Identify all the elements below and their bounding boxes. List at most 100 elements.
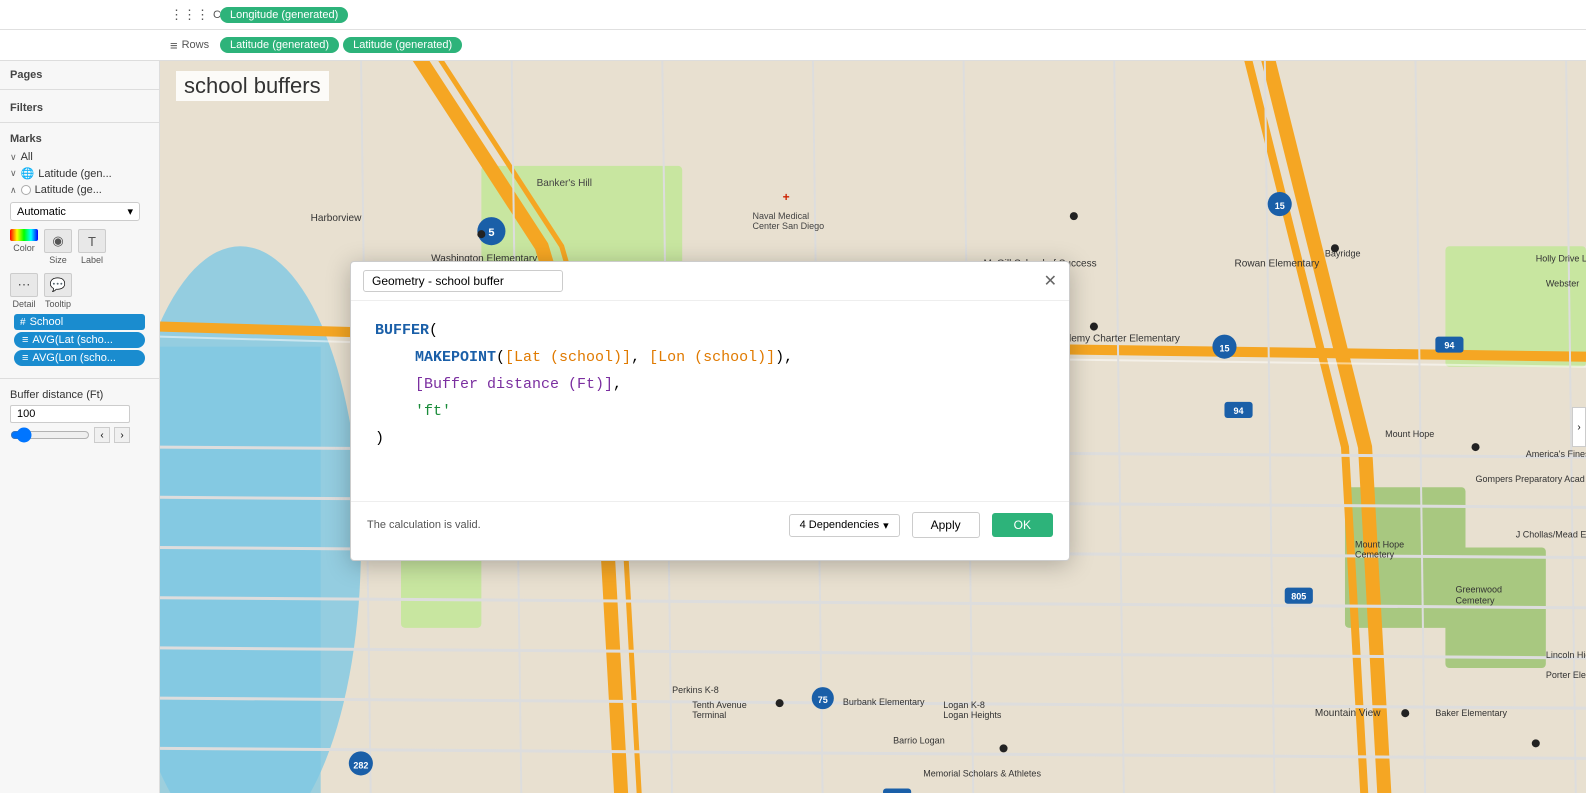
dialog-body: BUFFER( MAKEPOINT([Lat (school)], [Lon (… [351, 301, 1069, 501]
apply-button[interactable]: Apply [912, 512, 980, 538]
code-line-4: 'ft' [375, 398, 1045, 425]
rows-label: ≡ Rows [170, 38, 220, 53]
svg-text:Barrio Logan: Barrio Logan [893, 735, 945, 745]
pages-section-label: Pages [0, 61, 159, 85]
svg-text:Mountain View: Mountain View [1315, 708, 1381, 719]
tooltip-button[interactable]: 💬 Tooltip [44, 273, 72, 309]
lat-field-ref: [Lat (school)] [505, 349, 631, 366]
buffer-input[interactable] [10, 405, 130, 423]
columns-icon: ⋮⋮⋮ [170, 7, 209, 23]
buffer-title: Buffer distance (Ft) [10, 389, 149, 401]
lat-ge-row[interactable]: ∧ Latitude (ge... [10, 182, 149, 198]
main-layout: Pages Filters Marks ∨ All ∨ 🌐 Latitude (… [0, 61, 1586, 793]
svg-text:Gompers Preparatory Acad: Gompers Preparatory Acad [1476, 474, 1585, 484]
rows-shelf: ≡ Rows Latitude (generated) Latitude (ge… [0, 30, 1586, 60]
svg-text:Naval Medical: Naval Medical [752, 211, 809, 221]
lat-gen-arrow: ∨ [10, 168, 17, 179]
lat-gen-label: Latitude (gen... [38, 168, 111, 180]
paren-close: ) [375, 430, 384, 447]
size-label: Size [49, 255, 67, 265]
code-line-2: MAKEPOINT([Lat (school)], [Lon (school)]… [375, 344, 1045, 371]
svg-text:Burbank Elementary: Burbank Elementary [843, 697, 925, 707]
expand-panel-button[interactable]: › [1572, 407, 1586, 447]
svg-text:Porter Elementary: Porter Elementary [1546, 670, 1586, 680]
school-field[interactable]: # School [14, 314, 145, 330]
svg-text:Perkins K-8: Perkins K-8 [672, 685, 719, 695]
svg-text:Terminal: Terminal [692, 710, 726, 720]
deps-arrow: ▾ [883, 519, 889, 532]
paren-open: ( [429, 322, 438, 339]
lat-ge-label: Latitude (ge... [35, 184, 102, 196]
svg-text:5: 5 [488, 227, 494, 239]
color-swatch [10, 229, 38, 241]
tooltip-label: Tooltip [45, 299, 71, 309]
lat-ge-dot [21, 185, 31, 195]
detail-label: Detail [12, 299, 35, 309]
size-button[interactable]: ◉ Size [44, 229, 72, 265]
dependencies-button[interactable]: 4 Dependencies ▾ [789, 514, 900, 537]
field-icon: # [20, 317, 26, 328]
avg-lat-label: AVG(Lat (scho... [32, 334, 113, 346]
svg-text:Logan Heights: Logan Heights [943, 710, 1002, 720]
buffer-section: Buffer distance (Ft) ‹ › [0, 383, 159, 449]
code-line-1: BUFFER( [375, 317, 1045, 344]
increment-button[interactable]: › [114, 427, 130, 443]
svg-text:America's Finest Charter: America's Finest Charter [1526, 449, 1586, 459]
longitude-pill[interactable]: Longitude (generated) [220, 7, 348, 23]
detail-icon: ⋯ [10, 273, 38, 297]
svg-text:805: 805 [1291, 592, 1306, 602]
marks-icon-row-2: ⋯ Detail 💬 Tooltip [10, 269, 149, 313]
mark-type-select[interactable]: Automatic ▾ [10, 202, 140, 221]
avg-lon-icon: ≡ [22, 352, 28, 364]
svg-text:Cemetery: Cemetery [1355, 550, 1395, 560]
marks-section: Marks ∨ All ∨ 🌐 Latitude (gen... ∧ Latit… [0, 127, 159, 374]
svg-text:Harborview: Harborview [311, 213, 362, 224]
rows-icon: ≡ [170, 38, 178, 53]
dialog-title-input[interactable] [363, 270, 563, 292]
lat-gen-row[interactable]: ∨ 🌐 Latitude (gen... [10, 165, 149, 182]
lat-ge-arrow: ∧ [10, 185, 17, 196]
top-bar: ⋮⋮⋮ Columns Longitude (generated) ≡ Rows… [0, 0, 1586, 61]
svg-text:15: 15 [1219, 344, 1229, 354]
svg-text:Lincoln High: Lincoln High [1546, 650, 1586, 660]
svg-text:Bayridge: Bayridge [1325, 248, 1361, 258]
globe-icon: 🌐 [21, 167, 35, 180]
svg-text:Banker's Hill: Banker's Hill [537, 178, 592, 189]
latitude-pill-2[interactable]: Latitude (generated) [343, 37, 462, 53]
ok-button[interactable]: OK [992, 513, 1053, 537]
size-icon: ◉ [44, 229, 72, 253]
svg-text:Mount Hope: Mount Hope [1385, 429, 1434, 439]
makepoint-keyword: MAKEPOINT [415, 349, 496, 366]
school-field-label: School [30, 316, 64, 328]
svg-text:Tenth Avenue: Tenth Avenue [692, 700, 746, 710]
svg-text:Baker Elementary: Baker Elementary [1435, 708, 1507, 718]
svg-text:Rowan Elementary: Rowan Elementary [1235, 258, 1320, 269]
label-button[interactable]: T Label [78, 229, 106, 265]
detail-button[interactable]: ⋯ Detail [10, 273, 38, 309]
label-label: Label [81, 255, 103, 265]
code-line-3: [Buffer distance (Ft)], [375, 371, 1045, 398]
filters-section-label: Filters [0, 94, 159, 118]
avg-lon-chip[interactable]: ≡ AVG(Lon (scho... [14, 350, 145, 366]
deps-label: 4 Dependencies [800, 519, 880, 531]
map-title: school buffers [176, 71, 329, 101]
sidebar: Pages Filters Marks ∨ All ∨ 🌐 Latitude (… [0, 61, 160, 793]
latitude-pill-1[interactable]: Latitude (generated) [220, 37, 339, 53]
all-arrow: ∨ [10, 152, 17, 163]
avg-lat-chip[interactable]: ≡ AVG(Lat (scho... [14, 332, 145, 348]
decrement-button[interactable]: ‹ [94, 427, 110, 443]
dialog-footer: The calculation is valid. 4 Dependencies… [351, 501, 1069, 548]
valid-message: The calculation is valid. [367, 519, 777, 531]
avg-lon-label: AVG(Lon (scho... [32, 352, 116, 364]
svg-text:Mount Hope: Mount Hope [1355, 540, 1404, 550]
lon-field-ref: [Lon (school)] [649, 349, 775, 366]
marks-icon-row: Color ◉ Size T Label [10, 225, 149, 269]
tooltip-icon: 💬 [44, 273, 72, 297]
all-row[interactable]: ∨ All [10, 149, 149, 165]
color-button[interactable]: Color [10, 229, 38, 265]
dialog-close-button[interactable]: ✕ [1044, 271, 1057, 291]
columns-shelf: ⋮⋮⋮ Columns Longitude (generated) [0, 0, 1586, 30]
svg-text:Logan K-8: Logan K-8 [943, 700, 985, 710]
buffer-slider[interactable] [10, 427, 90, 443]
svg-text:75: 75 [818, 695, 828, 705]
